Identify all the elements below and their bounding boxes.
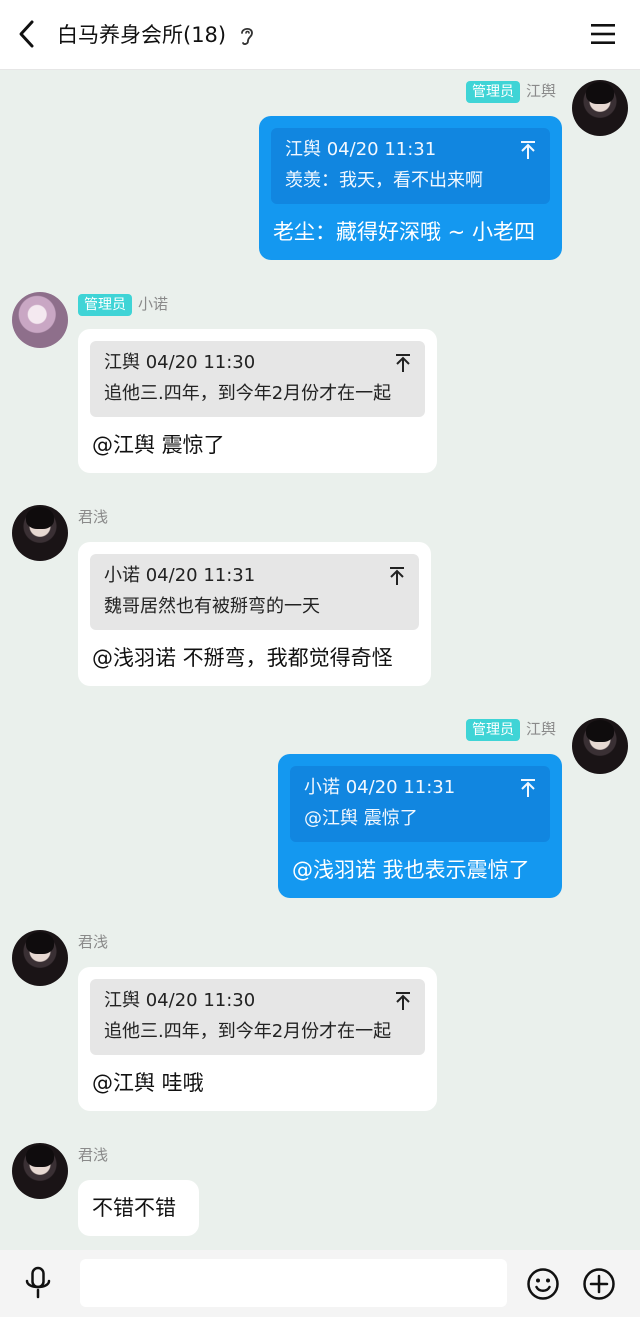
message-text: @江舆 震惊了: [92, 433, 225, 457]
sender-name: 君浅: [78, 508, 109, 526]
admin-badge: 管理员: [465, 81, 520, 103]
message-input[interactable]: [80, 1259, 507, 1307]
quote-header: 江舆 04/20 11:30: [104, 990, 256, 1011]
message-text: @浅羽诺 不掰弯，我都觉得奇怪: [92, 646, 393, 670]
jump-to-quote-icon[interactable]: [520, 778, 536, 798]
jump-to-quote-icon[interactable]: [395, 991, 411, 1011]
avatar[interactable]: [12, 930, 68, 986]
admin-badge: 管理员: [465, 719, 520, 741]
quoted-message[interactable]: 小诺 04/20 11:31 魏哥居然也有被掰弯的一天: [90, 554, 419, 630]
quote-text: @江舆 震惊了: [304, 808, 418, 829]
quote-text: 追他三.四年，到今年2月份才在一起: [104, 383, 392, 404]
jump-to-quote-icon[interactable]: [395, 353, 411, 373]
sender-name: 小诺: [138, 295, 169, 313]
sender-line: 君浅: [78, 506, 108, 528]
input-bar: [0, 1250, 640, 1317]
message-text: 不错不错: [92, 1196, 176, 1220]
ear-icon: [240, 27, 253, 45]
message-bubble[interactable]: 小诺 04/20 11:31 @江舆 震惊了 @浅羽诺 我也表示震惊了: [278, 754, 562, 898]
quote-text: 魏哥居然也有被掰弯的一天: [104, 596, 320, 617]
sender-name: 江舆: [525, 82, 556, 100]
sender-line: 君浅: [78, 1144, 108, 1166]
message-text: 老尘：藏得好深哦 ~ 小老四: [273, 220, 535, 244]
quote-header: 江舆 04/20 11:31: [285, 139, 437, 160]
chat-message-list[interactable]: 管理员 江舆 江舆 04/20 11:31 羡羡：我天，看不出来啊 老尘：藏得好深…: [0, 70, 640, 1250]
quoted-message[interactable]: 江舆 04/20 11:30 追他三.四年，到今年2月份才在一起: [90, 979, 425, 1055]
sender-line: 管理员 小诺: [78, 293, 168, 316]
quote-header: 小诺 04/20 11:31: [304, 777, 456, 798]
quote-text: 追他三.四年，到今年2月份才在一起: [104, 1021, 392, 1042]
message-bubble[interactable]: 江舆 04/20 11:31 羡羡：我天，看不出来啊 老尘：藏得好深哦 ~ 小老…: [259, 116, 562, 260]
quoted-message[interactable]: 小诺 04/20 11:31 @江舆 震惊了: [290, 766, 550, 842]
sender-line: 管理员 江舆: [465, 80, 556, 103]
message-bubble[interactable]: 江舆 04/20 11:30 追他三.四年，到今年2月份才在一起 @江舆 哇哦: [78, 967, 437, 1111]
microphone-icon[interactable]: [24, 1266, 52, 1300]
top-bar: 白马养身会所(18): [0, 0, 640, 70]
admin-badge: 管理员: [78, 294, 132, 316]
jump-to-quote-icon[interactable]: [520, 140, 536, 160]
sender-name: 江舆: [525, 720, 556, 738]
avatar[interactable]: [12, 1143, 68, 1199]
avatar[interactable]: [12, 292, 68, 348]
back-chevron-icon[interactable]: [14, 18, 42, 50]
sender-line: 君浅: [78, 931, 108, 953]
quoted-message[interactable]: 江舆 04/20 11:30 追他三.四年，到今年2月份才在一起: [90, 341, 425, 417]
message-bubble[interactable]: 江舆 04/20 11:30 追他三.四年，到今年2月份才在一起 @江舆 震惊了: [78, 329, 437, 473]
avatar[interactable]: [572, 80, 628, 136]
message-bubble[interactable]: 不错不错: [78, 1180, 199, 1236]
message-bubble[interactable]: 小诺 04/20 11:31 魏哥居然也有被掰弯的一天 @浅羽诺 不掰弯，我都觉…: [78, 542, 431, 686]
sender-name: 君浅: [78, 933, 109, 951]
sender-line: 管理员 江舆: [465, 718, 556, 741]
jump-to-quote-icon[interactable]: [389, 566, 405, 586]
quote-text: 羡羡：我天，看不出来啊: [285, 170, 483, 191]
chat-title-text: 白马养身会所(18): [57, 23, 227, 47]
menu-icon[interactable]: [590, 22, 616, 46]
message-text: @江舆 哇哦: [92, 1071, 204, 1095]
avatar[interactable]: [572, 718, 628, 774]
quoted-message[interactable]: 江舆 04/20 11:31 羡羡：我天，看不出来啊: [271, 128, 550, 204]
quote-header: 小诺 04/20 11:31: [104, 565, 256, 586]
sender-name: 君浅: [78, 1146, 109, 1164]
avatar[interactable]: [12, 505, 68, 561]
chat-title: 白马养身会所(18): [57, 19, 255, 51]
quote-header: 江舆 04/20 11:30: [104, 352, 256, 373]
plus-icon[interactable]: [582, 1267, 616, 1301]
emoji-icon[interactable]: [526, 1267, 560, 1301]
message-text: @浅羽诺 我也表示震惊了: [292, 858, 530, 882]
